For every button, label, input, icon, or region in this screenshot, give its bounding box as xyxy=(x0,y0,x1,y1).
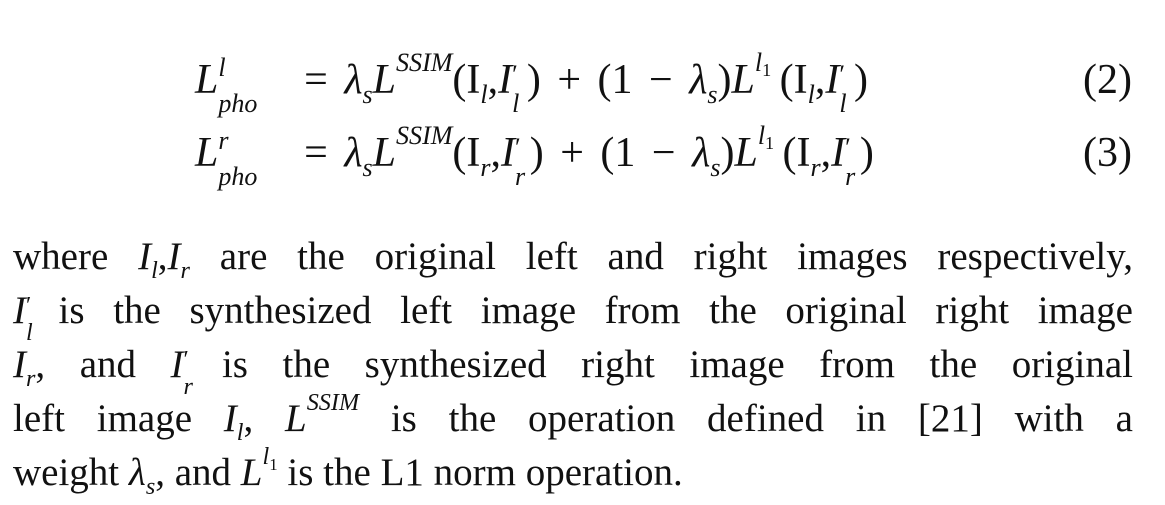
minus-sign: − xyxy=(651,130,676,176)
equals-sign: = xyxy=(304,130,328,176)
lambda2-sub: s xyxy=(710,152,721,182)
text: left image xyxy=(13,397,224,440)
l1-sup-index: 1 xyxy=(765,133,775,154)
args-open: (I xyxy=(452,57,481,103)
math-L: L xyxy=(240,451,263,494)
math-I: I xyxy=(167,235,181,278)
args2-comma: , xyxy=(814,57,826,103)
args-open: (I xyxy=(452,130,481,176)
ssim-sup: SSIM xyxy=(396,120,453,150)
args2-open: (I xyxy=(779,57,808,103)
args-I: I xyxy=(498,57,513,103)
math-sub: s xyxy=(145,473,156,501)
math-sup: l1 xyxy=(263,443,278,473)
lambda-sub: s xyxy=(362,79,373,109)
math-lambda: λ xyxy=(128,451,146,494)
text: , and xyxy=(35,343,171,386)
text: , and xyxy=(155,451,241,494)
l1-sup: l1 xyxy=(755,48,772,81)
equation-number-2: (2) xyxy=(1083,57,1132,103)
text: is the operation defined in [21] with a xyxy=(359,397,1133,440)
lambda2-symbol: λ xyxy=(689,57,708,103)
lhs-symbol: L xyxy=(195,130,219,176)
l1-sup: l1 xyxy=(757,120,775,154)
plus-sign: + xyxy=(560,130,584,176)
args2-close: ) xyxy=(859,130,874,176)
math-I: I xyxy=(13,343,26,386)
body-paragraph: where Il,Ir are the original left and ri… xyxy=(13,230,1133,500)
paragraph-line-4: left image Il, LSSIM is the operation de… xyxy=(13,389,1133,447)
math-I: I xyxy=(13,289,26,332)
ssim-sup: SSIM xyxy=(396,47,453,77)
args2-comma: , xyxy=(820,130,832,176)
text: weight xyxy=(13,451,129,494)
paren-open: (1 xyxy=(597,57,633,103)
paragraph-line-2: I ′ l is the synthesized left image from t… xyxy=(13,289,1133,347)
args-I: I xyxy=(501,130,516,176)
l1-symbol: L xyxy=(731,57,755,103)
l1-symbol: L xyxy=(734,130,758,176)
args-comma: , xyxy=(487,57,499,103)
equation-number-3: (3) xyxy=(1083,130,1132,176)
math-sup-index: 1 xyxy=(269,454,278,474)
math-I: I xyxy=(170,343,184,386)
args2-close: ) xyxy=(854,57,869,103)
l1-sup-letter: l xyxy=(757,120,766,150)
args2-I: I xyxy=(825,57,840,103)
text: is the L1 norm operation. xyxy=(277,451,683,494)
equation-3-body: Lr pho = λsLSSIM(Ir,I ′ r) + (1 − λs)Ll1 (Ir… xyxy=(195,120,874,191)
text: , xyxy=(243,397,286,440)
lhs-symbol: L xyxy=(195,57,219,103)
text: where xyxy=(13,235,139,278)
math-I: I xyxy=(223,397,237,440)
ssim-symbol: L xyxy=(372,57,397,103)
plus-sign: + xyxy=(557,57,582,103)
math-comma: , xyxy=(157,235,168,278)
args-comma: , xyxy=(490,130,502,176)
paragraph-line-5: weight λs, and Ll1 is the L1 norm operat… xyxy=(13,443,1133,501)
document-page: Ll pho = λsLSSIM(Il,I ′ l) + (1 − λs)Ll1 (Il… xyxy=(0,0,1165,505)
lambda2-symbol: λ xyxy=(692,130,711,176)
minus-sign: − xyxy=(649,57,673,103)
lambda2-sub: s xyxy=(707,79,718,109)
math-sub: r xyxy=(26,365,36,393)
equation-2: Ll pho = λsLSSIM(Il,I ′ l) + (1 − λs)Ll1 (Il… xyxy=(0,45,1165,118)
text: is the synthesized left image from the o… xyxy=(29,289,1133,332)
math-L: L xyxy=(285,397,307,440)
ssim-symbol: L xyxy=(372,130,397,176)
equation-3: Lr pho = λsLSSIM(Ir,I ′ r) + (1 − λs)Ll1 (Ir… xyxy=(0,118,1165,191)
args2-sub: r xyxy=(810,152,821,182)
lambda-symbol: λ xyxy=(344,57,363,103)
math-sub: l xyxy=(151,257,158,285)
math-sub: l xyxy=(236,419,244,447)
args2-open: (I xyxy=(782,130,811,176)
args-close: ) xyxy=(526,57,541,103)
math-sup: SSIM xyxy=(306,389,360,417)
paren-open: (1 xyxy=(600,130,636,176)
args2-I: I xyxy=(831,130,846,176)
args-close: ) xyxy=(529,130,544,176)
paragraph-line-1: where Il,Ir are the original left and ri… xyxy=(13,230,1133,284)
paren-close: ) xyxy=(717,57,732,103)
args-sub: r xyxy=(480,152,491,182)
args2-sub: l xyxy=(807,79,815,109)
math-sub: r xyxy=(180,257,190,285)
l1-sup-index: 1 xyxy=(762,60,772,81)
equation-2-body: Ll pho = λsLSSIM(Il,I ′ l) + (1 − λs)Ll1 (Il… xyxy=(195,47,869,118)
equals-sign: = xyxy=(304,57,328,103)
text: are the original left and right images r… xyxy=(189,235,1133,278)
lambda-symbol: λ xyxy=(344,130,363,176)
math-I: I xyxy=(138,235,152,278)
paragraph-line-3: Ir, and I ′ r is the synthesized right ima… xyxy=(13,343,1133,401)
text: is the synthesized right image from the … xyxy=(187,343,1133,386)
lambda-sub: s xyxy=(362,152,373,182)
paren-close: ) xyxy=(720,130,735,176)
args-sub: l xyxy=(480,79,488,109)
